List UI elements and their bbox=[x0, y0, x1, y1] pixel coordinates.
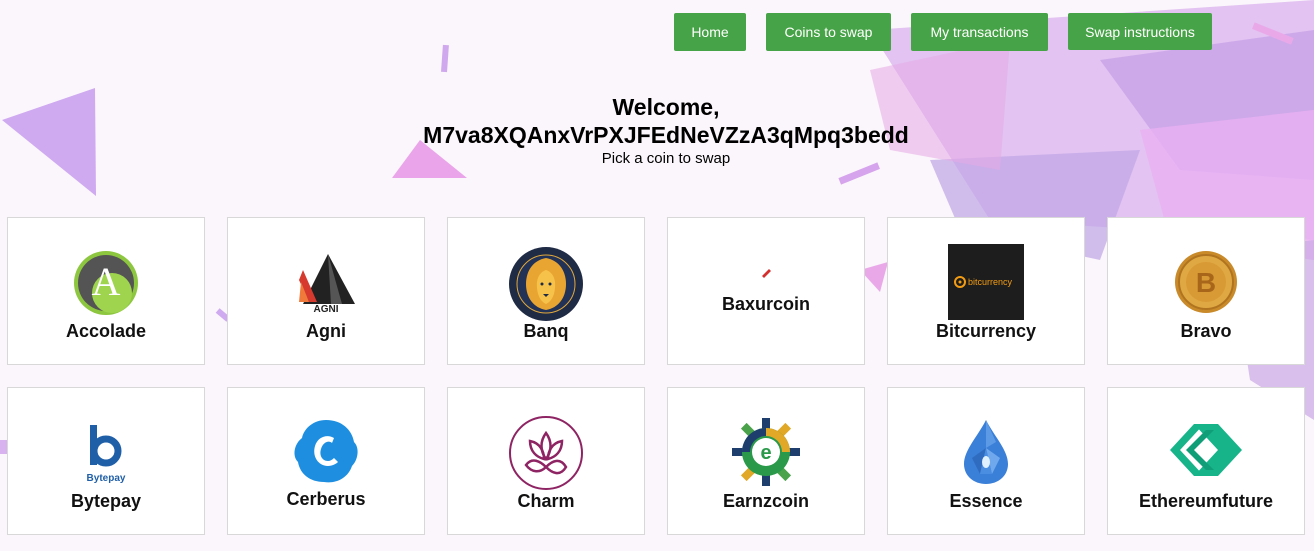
charm-lotus-logo-icon bbox=[448, 415, 644, 491]
coin-name: Charm bbox=[517, 491, 575, 511]
coin-card-baxurcoin[interactable]: Baxurcoin bbox=[667, 217, 865, 365]
coin-card-essence[interactable]: Essence bbox=[887, 387, 1085, 535]
swap-instructions-button[interactable]: Swap instructions bbox=[1068, 13, 1212, 50]
bytepay-logo-icon: Bytepay bbox=[8, 421, 204, 487]
coin-name: Banq bbox=[523, 321, 569, 341]
bitcurrency-logo-text: bitcurrency bbox=[968, 277, 1013, 287]
banq-lion-logo-icon bbox=[448, 247, 644, 321]
welcome-header: Welcome, M7va8XQAnxVrPXJFEdNeVZzA3qMpq3b… bbox=[0, 93, 1314, 168]
agni-logo-icon: AGNI bbox=[228, 249, 424, 317]
coins-to-swap-button[interactable]: Coins to swap bbox=[766, 13, 891, 51]
coin-card-earnzcoin[interactable]: e Earnzcoin bbox=[667, 387, 865, 535]
coin-card-bytepay[interactable]: Bytepay Bytepay bbox=[7, 387, 205, 535]
top-navigation: Home Coins to swap My transactions Swap … bbox=[0, 13, 1314, 53]
earnzcoin-gear-logo-icon: e bbox=[668, 416, 864, 488]
essence-drop-logo-icon bbox=[888, 416, 1084, 488]
wallet-address: M7va8XQAnxVrPXJFEdNeVZzA3qMpq3bedd bbox=[423, 122, 909, 148]
bitcurrency-logo-icon: bitcurrency bbox=[888, 244, 1084, 320]
coin-card-ethereumfuture[interactable]: Ethereumfuture bbox=[1107, 387, 1305, 535]
bravo-coin-logo-icon: B bbox=[1108, 250, 1304, 314]
coin-card-charm[interactable]: Charm bbox=[447, 387, 645, 535]
my-transactions-button[interactable]: My transactions bbox=[911, 13, 1048, 51]
baxurcoin-logo-icon bbox=[668, 266, 864, 282]
svg-text:A: A bbox=[92, 259, 121, 304]
coin-card-cerberus[interactable]: Cerberus bbox=[227, 387, 425, 535]
coin-name: Earnzcoin bbox=[722, 491, 810, 511]
coin-card-bitcurrency[interactable]: bitcurrency Bitcurrency bbox=[887, 217, 1085, 365]
svg-text:e: e bbox=[760, 442, 771, 464]
coin-name: Bravo bbox=[1180, 321, 1232, 341]
coin-card-agni[interactable]: AGNI Agni bbox=[227, 217, 425, 365]
accolade-logo-icon: A bbox=[8, 249, 204, 317]
coin-name: Bytepay bbox=[70, 491, 142, 511]
ethereumfuture-logo-icon bbox=[1108, 422, 1304, 482]
coin-name: Ethereumfuture bbox=[1138, 491, 1273, 511]
coin-name: Bitcurrency bbox=[935, 321, 1037, 341]
svg-text:B: B bbox=[1196, 267, 1216, 298]
coin-name: Baxurcoin bbox=[721, 294, 811, 314]
coin-card-bravo[interactable]: B Bravo bbox=[1107, 217, 1305, 365]
coin-card-banq[interactable]: Banq bbox=[447, 217, 645, 365]
coin-card-accolade[interactable]: A Accolade bbox=[7, 217, 205, 365]
cerberus-logo-icon bbox=[228, 416, 424, 486]
welcome-title: Welcome, bbox=[612, 94, 720, 120]
coin-name: Accolade bbox=[65, 321, 147, 341]
home-button[interactable]: Home bbox=[674, 13, 746, 51]
bytepay-logo-text: Bytepay bbox=[87, 473, 126, 484]
welcome-subtitle: Pick a coin to swap bbox=[601, 150, 731, 167]
agni-logo-text: AGNI bbox=[314, 304, 339, 314]
coin-name: Essence bbox=[949, 491, 1023, 511]
coin-name: Cerberus bbox=[286, 489, 366, 509]
coin-name: Agni bbox=[306, 321, 346, 341]
